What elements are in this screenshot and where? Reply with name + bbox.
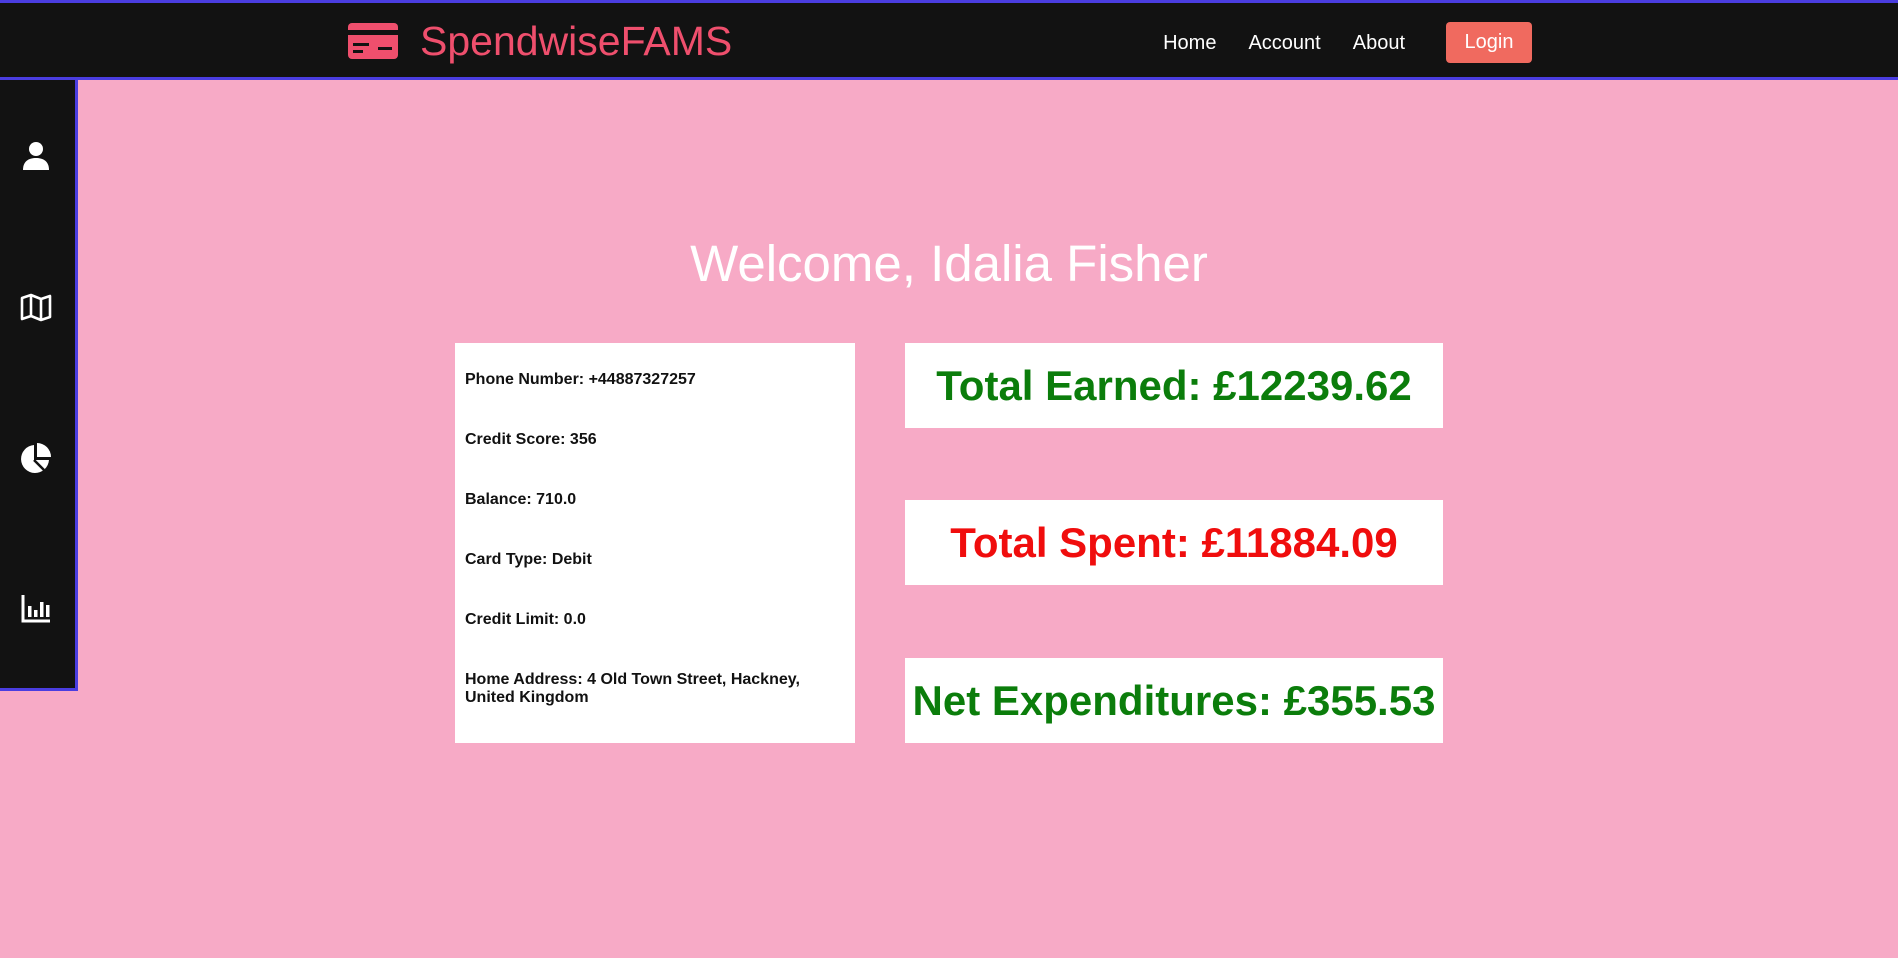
phone-number: Phone Number: +44887327257 (465, 371, 696, 388)
user-icon[interactable] (20, 140, 52, 172)
brand-name: SpendwiseFAMS (420, 18, 733, 64)
welcome-heading: Welcome, Idalia Fisher (690, 235, 1208, 292)
total-earned-card: Total Earned: £12239.62 (905, 343, 1443, 428)
credit-limit: Credit Limit: 0.0 (465, 611, 586, 628)
sidebar (0, 80, 78, 691)
account-info-card: Phone Number: +44887327257 Credit Score:… (455, 343, 855, 743)
card-type: Card Type: Debit (465, 551, 592, 568)
nav-about-link[interactable]: About (1353, 23, 1405, 63)
main-nav: Home Account About Login (1163, 22, 1532, 63)
nav-account-link[interactable]: Account (1248, 23, 1320, 63)
top-navbar: SpendwiseFAMS Home Account About Login (0, 0, 1898, 80)
home-address: Home Address: 4 Old Town Street, Hackney… (465, 671, 800, 706)
login-button[interactable]: Login (1446, 22, 1532, 63)
map-icon[interactable] (20, 291, 52, 323)
net-expenditures-card: Net Expenditures: £355.53 (905, 658, 1443, 743)
brand[interactable]: SpendwiseFAMS (348, 19, 732, 63)
credit-card-icon (348, 23, 398, 59)
nav-home-link[interactable]: Home (1163, 23, 1216, 63)
credit-score: Credit Score: 356 (465, 431, 597, 448)
total-spent-card: Total Spent: £11884.09 (905, 500, 1443, 585)
pie-chart-icon[interactable] (20, 442, 52, 474)
balance: Balance: 710.0 (465, 491, 577, 508)
bar-chart-icon[interactable] (20, 592, 52, 624)
